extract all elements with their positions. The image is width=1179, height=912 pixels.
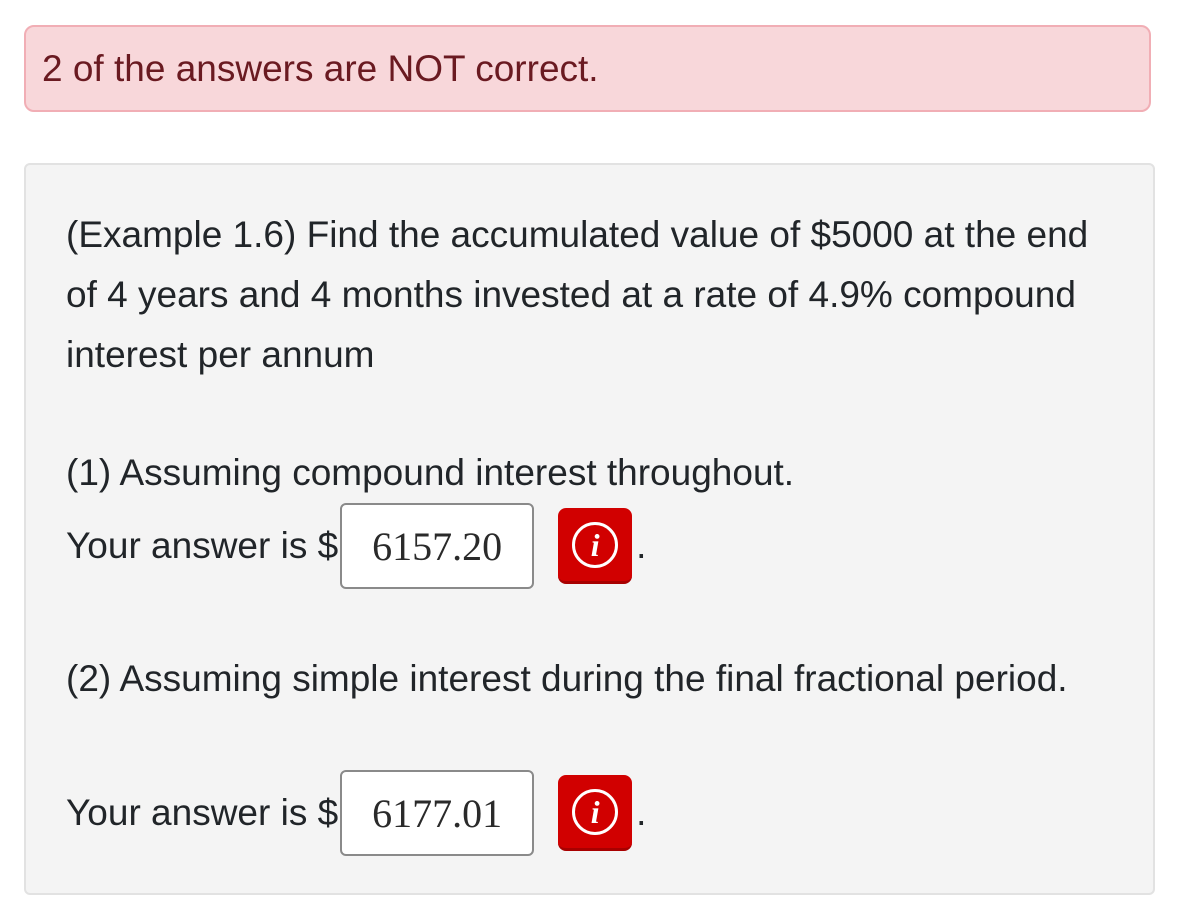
part-1-answer-row: Your answer is $ 6157.20 i .: [66, 503, 646, 589]
part-1-answer-input[interactable]: 6157.20: [340, 503, 535, 589]
part-1-answer-label: Your answer is $: [66, 525, 339, 566]
part-2-answer-label: Your answer is $: [66, 792, 339, 833]
problem-card: (Example 1.6) Find the accumulated value…: [24, 163, 1155, 895]
alert-message: 2 of the answers are NOT correct.: [42, 48, 599, 89]
part-2-question: (2) Assuming simple interest during the …: [66, 658, 1068, 699]
part-2-answer-row: Your answer is $ 6177.01 i .: [66, 770, 646, 856]
info-icon: i: [572, 788, 619, 835]
problem-statement: (Example 1.6) Find the accumulated value…: [66, 214, 1089, 375]
part-1-question: (1) Assuming compound interest throughou…: [66, 452, 795, 493]
part-1-feedback-button[interactable]: i: [558, 508, 633, 584]
part-1-period: .: [636, 525, 647, 566]
info-icon: i: [572, 521, 619, 568]
part-2-answer-input[interactable]: 6177.01: [340, 770, 535, 856]
part-2-period: .: [636, 792, 647, 833]
part-2-feedback-button[interactable]: i: [558, 775, 633, 851]
incorrect-answers-alert: 2 of the answers are NOT correct.: [24, 25, 1151, 112]
